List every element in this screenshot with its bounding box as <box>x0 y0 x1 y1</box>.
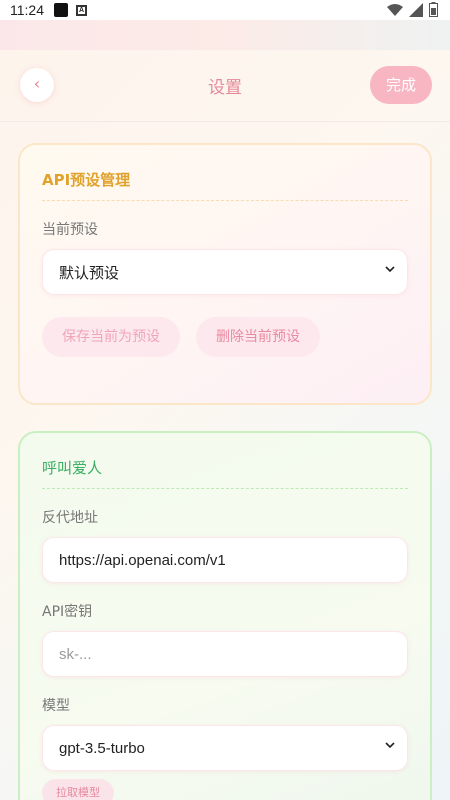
proxy-label: 反代地址 <box>42 510 98 526</box>
notification-icon <box>54 3 68 17</box>
model-select[interactable]: gpt-3.5-turbo <box>42 725 408 771</box>
model-label: 模型 <box>42 698 70 714</box>
api-preset-title: API预设管理 <box>42 145 408 201</box>
api-key-label: API密钥 <box>42 604 93 620</box>
proxy-url-input[interactable]: https://api.openai.com/v1 <box>42 537 408 583</box>
api-preset-card: API预设管理 当前预设 默认预设 保存当前为预设 删除当前预设 <box>18 143 432 405</box>
api-key-input[interactable]: sk-... <box>42 631 408 677</box>
chevron-down-icon <box>385 742 395 749</box>
app-notification-icon: A <box>76 4 87 16</box>
fetch-models-button[interactable]: 拉取模型 <box>42 779 114 800</box>
battery-icon <box>429 2 438 17</box>
status-bar: 11:24 A <box>0 0 450 20</box>
signal-icon <box>409 2 423 17</box>
call-lover-card: 呼叫爱人 反代地址 https://api.openai.com/v1 API密… <box>18 431 432 800</box>
status-icons <box>387 2 438 17</box>
status-time: 11:24 <box>10 2 44 18</box>
preset-select-value: 默认预设 <box>59 264 120 282</box>
header-gradient-strip <box>0 20 450 50</box>
preset-select[interactable]: 默认预设 <box>42 249 408 295</box>
chevron-down-icon <box>385 266 395 273</box>
top-bar: ‹ 设置 完成 <box>0 50 450 122</box>
back-icon: ‹ <box>33 74 41 93</box>
model-select-value: gpt-3.5-turbo <box>59 739 145 757</box>
done-button[interactable]: 完成 <box>370 66 432 104</box>
page-title: 设置 <box>208 78 242 98</box>
save-preset-button[interactable]: 保存当前为预设 <box>42 317 180 357</box>
wifi-icon <box>387 3 403 16</box>
delete-preset-button[interactable]: 删除当前预设 <box>196 317 320 357</box>
call-lover-title: 呼叫爱人 <box>42 433 408 489</box>
back-button[interactable]: ‹ <box>20 68 54 102</box>
current-preset-label: 当前预设 <box>42 222 98 238</box>
